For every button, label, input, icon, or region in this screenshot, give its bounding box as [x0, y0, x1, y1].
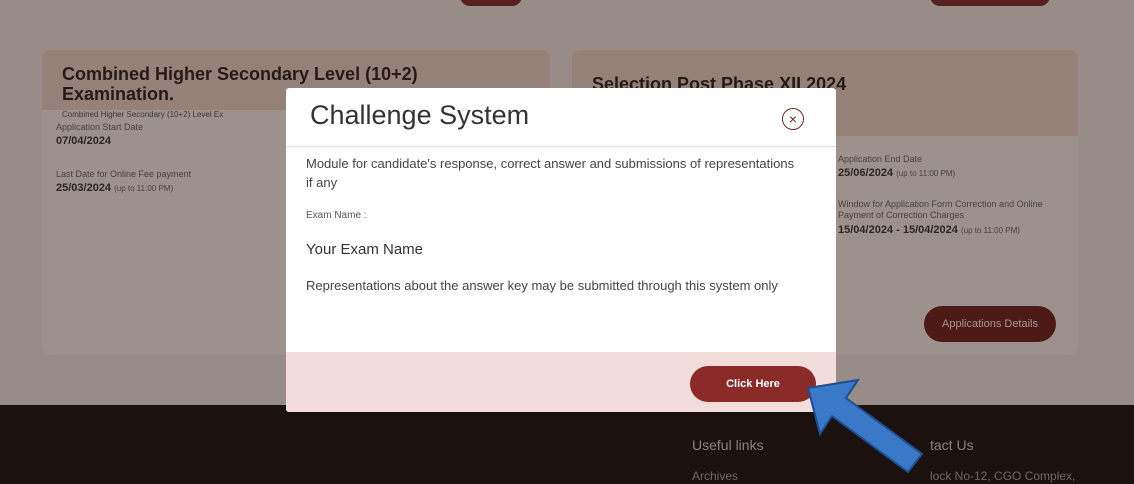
- close-icon[interactable]: ×: [782, 108, 804, 130]
- pointer-arrow-icon: [806, 378, 924, 474]
- challenge-system-modal: Challenge System × Module for candidate'…: [286, 88, 836, 412]
- modal-description: Module for candidate's response, correct…: [306, 156, 795, 190]
- exam-name-value: Your Exam Name: [306, 241, 423, 258]
- exam-name-label: Exam Name :: [306, 210, 367, 221]
- representation-note: Representations about the answer key may…: [306, 278, 778, 293]
- modal-divider: [286, 146, 836, 147]
- modal-title: Challenge System: [310, 100, 530, 130]
